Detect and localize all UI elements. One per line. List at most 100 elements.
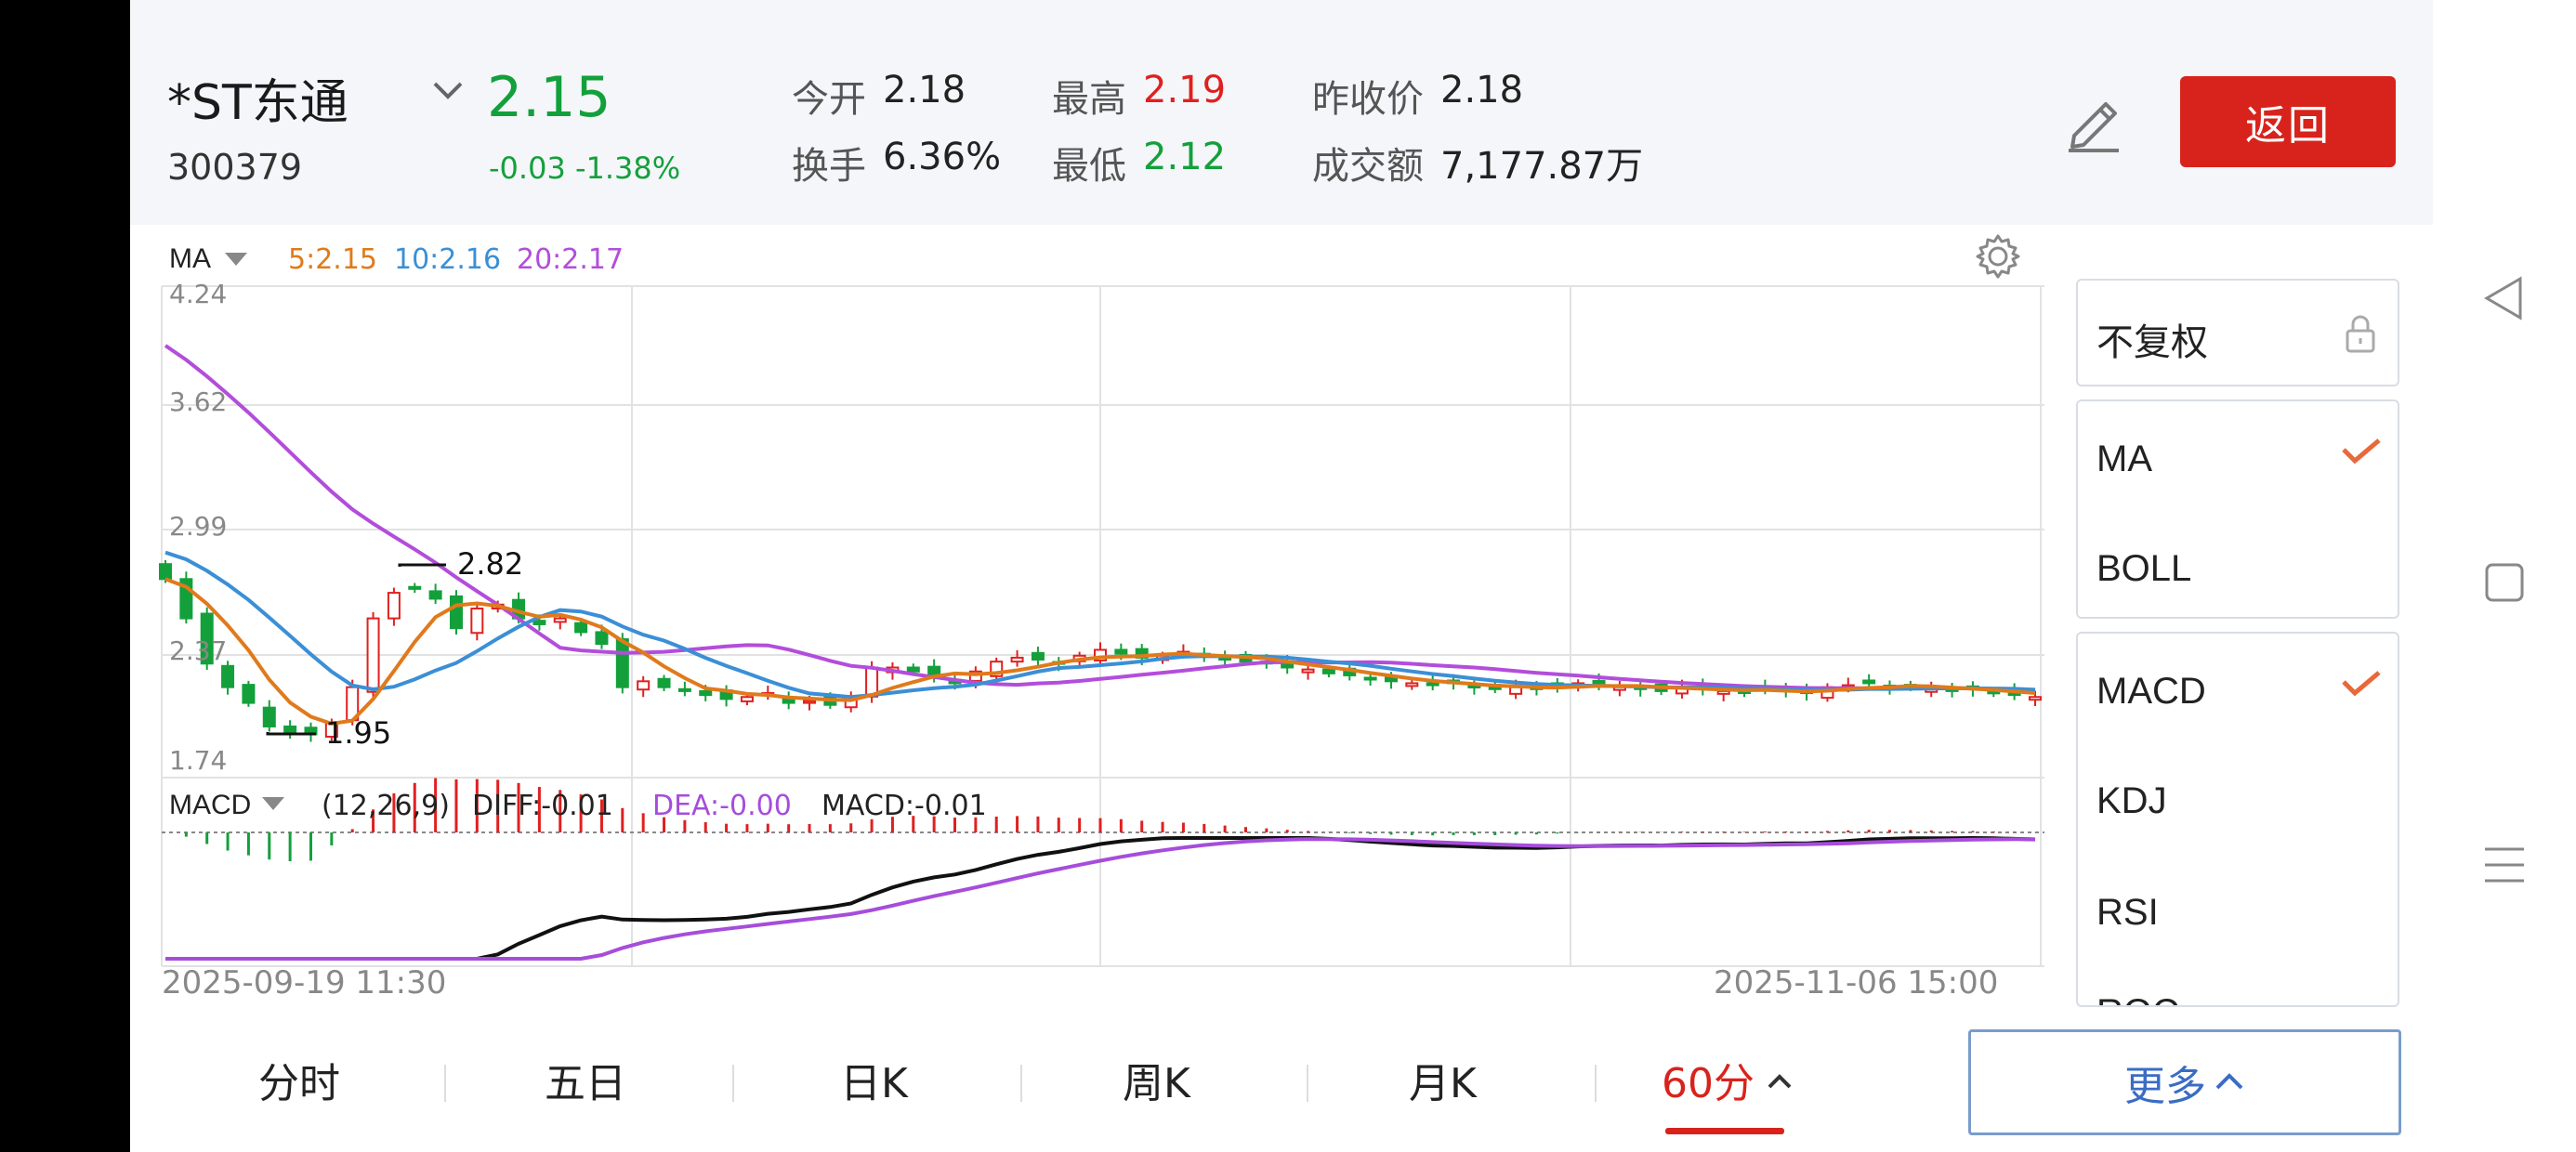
kline-chart-svg[interactable] [130, 225, 2044, 1024]
ma-checkmark-icon [2342, 439, 2381, 465]
y-tick-1: 4.24 [169, 279, 228, 309]
y-tick-2: 3.62 [169, 386, 228, 417]
candle-body [449, 595, 463, 630]
candle-body [1363, 676, 1377, 681]
low-value: 2.12 [1143, 136, 1227, 178]
ma20-value: 20:2.17 [517, 243, 624, 276]
home-square-icon[interactable] [2483, 561, 2526, 604]
turnover-value: 6.36% [883, 136, 1002, 178]
indicator-ma-option[interactable]: MA [2096, 439, 2152, 480]
chevron-up-icon [2215, 1073, 2243, 1090]
candle-body [283, 725, 297, 734]
tab-60-min[interactable]: 60分 [1662, 1050, 1755, 1109]
lock-icon [2346, 315, 2375, 353]
high-value: 2.19 [1143, 69, 1227, 111]
adjust-option-label[interactable]: 不复权 [2096, 312, 2208, 366]
candle-body [637, 680, 651, 691]
return-button[interactable]: 返回 [2180, 76, 2396, 167]
tab-divider [732, 1065, 734, 1102]
ma-dropdown-triangle-icon[interactable] [225, 253, 247, 268]
tab-five-day[interactable]: 五日 [545, 1050, 626, 1109]
tab-divider [1307, 1065, 1308, 1102]
candle-body [1010, 656, 1024, 663]
ma-indicator-label[interactable]: MA [169, 243, 211, 275]
candle-body [803, 700, 817, 704]
candle-body [740, 696, 754, 702]
macd-params: (12,26,9) [322, 790, 450, 822]
y-tick-3: 2.99 [169, 511, 228, 542]
y-tick-5: 1.74 [169, 745, 228, 776]
candle-body [366, 617, 380, 693]
more-button-label: 更多 [2124, 1063, 2206, 1110]
sub-indicator-box: MACD KDJ RSI ROC [2076, 632, 2399, 1007]
candle-body [470, 608, 484, 635]
more-button[interactable]: 更多 [1968, 1029, 2401, 1135]
quote-header: *ST东通 300379 2.15 -0.03 -1.38% 今开 2.18 换… [130, 0, 2433, 225]
candle-body [2029, 696, 2042, 701]
chevron-down-icon[interactable] [429, 78, 467, 104]
low-label: 最低 [1052, 145, 1126, 188]
candle-body [1031, 651, 1045, 661]
candle-body [1114, 648, 1128, 655]
candle-body [553, 617, 567, 623]
indicator-boll-option[interactable]: BOLL [2096, 548, 2191, 590]
stock-detail-page: *ST东通 300379 2.15 -0.03 -1.38% 今开 2.18 换… [130, 0, 2433, 1152]
candle-body [428, 590, 442, 600]
tab-weekly-k[interactable]: 周K [1123, 1050, 1190, 1109]
low-annotation: 1.95 [325, 715, 392, 751]
tab-divider [444, 1065, 446, 1102]
ma10-value: 10:2.16 [394, 243, 502, 276]
tab-divider [1595, 1065, 1597, 1102]
diff-value: DIFF:-0.01 [472, 790, 613, 822]
tab-intraday[interactable]: 分时 [258, 1050, 340, 1109]
tab-monthly-k[interactable]: 月K [1409, 1050, 1477, 1109]
tab-daily-k[interactable]: 日K [840, 1050, 908, 1109]
candle-body [615, 638, 629, 688]
high-label: 最高 [1052, 78, 1126, 121]
candle-body [262, 706, 276, 727]
android-nav-bar [2433, 0, 2576, 1152]
chart-grid [161, 285, 2044, 967]
candle-body [677, 687, 691, 692]
recents-menu-icon[interactable] [2483, 844, 2526, 886]
chart-settings-gear-icon[interactable] [1974, 232, 2022, 281]
stock-name[interactable]: *ST东通 [167, 63, 348, 133]
indicator-rsi-option[interactable]: RSI [2096, 892, 2159, 934]
price-change: -0.03 -1.38% [489, 151, 681, 186]
dea-value: DEA:-0.00 [652, 790, 792, 822]
adjust-option-box[interactable]: 不复权 [2076, 279, 2399, 386]
back-triangle-icon[interactable] [2483, 275, 2526, 321]
indicator-macd-option[interactable]: MACD [2096, 671, 2206, 713]
x-end-label: 2025-11-06 15:00 [1714, 964, 1999, 1001]
candle-body [242, 684, 256, 704]
chevron-up-icon[interactable] [1766, 1072, 1794, 1091]
stock-code: 300379 [167, 147, 303, 188]
high-annotation: 2.82 [457, 546, 524, 582]
indicator-kdj-option[interactable]: KDJ [2096, 780, 2167, 822]
volume-value: 7,177.87万 [1440, 145, 1644, 188]
macd-value: MACD:-0.01 [821, 790, 987, 822]
open-label: 今开 [792, 78, 866, 121]
y-tick-4: 2.37 [169, 635, 228, 666]
macd-indicator-label[interactable]: MACD [169, 790, 251, 821]
prev-close-label: 昨收价 [1312, 78, 1424, 121]
x-start-label: 2025-09-19 11:30 [162, 964, 447, 1001]
candle-body [574, 622, 588, 634]
candle-body [657, 677, 671, 688]
candle-body [595, 631, 609, 646]
macd-dropdown-triangle-icon[interactable] [262, 797, 284, 812]
screen-left-edge [0, 0, 130, 1152]
edit-pencil-icon[interactable] [2065, 89, 2124, 154]
candle-body [1426, 682, 1439, 687]
active-tab-underline [1665, 1128, 1784, 1134]
indicator-roc-option[interactable]: ROC [2096, 992, 2179, 1005]
candle-body [1301, 668, 1315, 674]
candle-body [699, 689, 713, 697]
candle-body [532, 620, 546, 625]
candle-body [906, 666, 920, 673]
kline-chart-area[interactable]: MA 5:2.15 10:2.16 20:2.17 4.24 3.62 2.99… [130, 225, 2044, 1024]
tab-divider [1020, 1065, 1022, 1102]
candle-body [1862, 679, 1876, 685]
open-value: 2.18 [883, 69, 966, 111]
ma5-value: 5:2.15 [288, 243, 377, 276]
